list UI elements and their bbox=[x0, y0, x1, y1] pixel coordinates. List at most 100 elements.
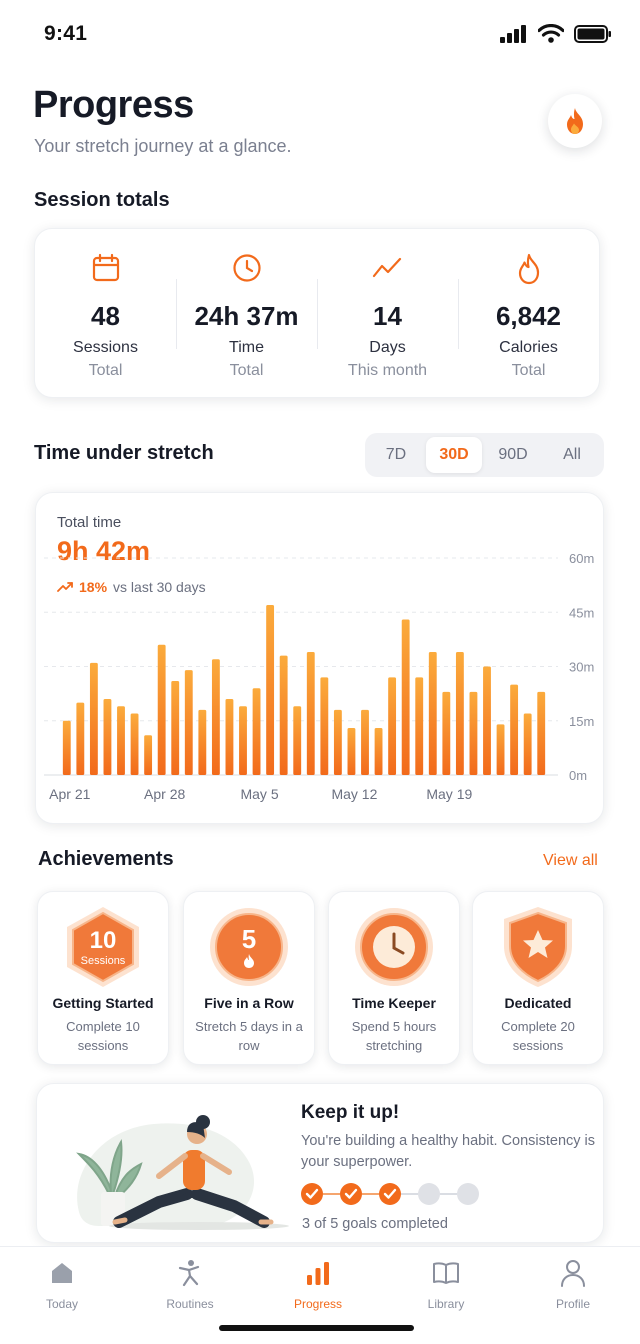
y-tick-label: 30m bbox=[569, 660, 594, 675]
chart-bar[interactable] bbox=[76, 702, 85, 775]
chart-bar[interactable] bbox=[483, 666, 491, 776]
y-tick-label: 45m bbox=[569, 605, 594, 620]
user-icon bbox=[561, 1260, 585, 1287]
total-days: 14 Days This month bbox=[317, 229, 458, 399]
x-tick-label: Apr 28 bbox=[144, 786, 185, 802]
streak-button[interactable] bbox=[548, 94, 602, 148]
tab-library[interactable]: Library bbox=[396, 1257, 496, 1311]
person-stretch-icon bbox=[178, 1260, 200, 1287]
clock-badge-icon bbox=[355, 908, 433, 986]
chart-bar[interactable] bbox=[347, 727, 356, 775]
chart-bar[interactable] bbox=[279, 655, 288, 775]
chart-bar[interactable] bbox=[62, 720, 71, 775]
tab-today[interactable]: Today bbox=[12, 1257, 112, 1311]
chart-bar[interactable] bbox=[537, 691, 546, 775]
chart-bar[interactable] bbox=[266, 605, 275, 775]
chart-bar[interactable] bbox=[306, 652, 315, 775]
chart-bar[interactable] bbox=[428, 652, 437, 775]
chart-bar[interactable] bbox=[184, 670, 193, 775]
chart-bar[interactable] bbox=[510, 684, 519, 775]
motivation-desc: You're building a healthy habit. Consist… bbox=[301, 1133, 596, 1170]
chart-bar[interactable] bbox=[171, 680, 180, 775]
badge-number: 10 bbox=[90, 927, 117, 954]
tab-label: Today bbox=[45, 1297, 79, 1311]
chart-bar[interactable] bbox=[415, 677, 424, 775]
chart-bar[interactable] bbox=[496, 724, 505, 775]
chart-bar[interactable] bbox=[130, 713, 139, 775]
chart-bar[interactable] bbox=[455, 652, 464, 775]
chart-bar[interactable] bbox=[333, 709, 342, 775]
chart-bar[interactable] bbox=[361, 709, 369, 775]
achievement-time-keeper[interactable]: Time Keeper Spend 5 hours stretching bbox=[328, 891, 460, 1065]
time-under-stretch-heading: Time under stretch bbox=[34, 442, 214, 464]
page-subtitle: Your stretch journey at a glance. bbox=[34, 136, 292, 156]
view-all-link[interactable]: View all bbox=[543, 852, 598, 870]
motivation-card: Keep it up! You're building a healthy ha… bbox=[36, 1083, 604, 1243]
achievement-desc: Complete 10 sessions bbox=[66, 1019, 140, 1053]
chart-bar[interactable] bbox=[388, 677, 397, 775]
achievement-getting-started[interactable]: 10 Sessions Getting Started Complete 10 … bbox=[37, 891, 169, 1065]
achievement-dedicated[interactable]: Dedicated Complete 20 sessions bbox=[472, 891, 604, 1065]
total-label: Time bbox=[229, 339, 264, 356]
chart-bar[interactable] bbox=[211, 659, 220, 775]
chart-bar[interactable] bbox=[469, 691, 478, 775]
page-title: Progress bbox=[33, 84, 194, 126]
battery-icon bbox=[574, 24, 611, 43]
tab-label: Profile bbox=[555, 1297, 590, 1311]
calendar-icon bbox=[92, 253, 119, 282]
goals-completed-text: 3 of 5 goals completed bbox=[302, 1216, 448, 1232]
chart-bar[interactable] bbox=[157, 644, 166, 775]
flame-icon bbox=[567, 108, 583, 134]
chart-bar[interactable] bbox=[252, 688, 261, 775]
range-all[interactable]: All bbox=[544, 437, 600, 473]
tab-label: Routines bbox=[166, 1297, 214, 1311]
x-tick-label: May 19 bbox=[426, 786, 472, 802]
session-totals-heading: Session totals bbox=[34, 189, 170, 211]
range-90d[interactable]: 90D bbox=[485, 437, 541, 473]
chart-bar[interactable] bbox=[523, 713, 532, 775]
achievement-name: Dedicated bbox=[504, 995, 572, 1011]
status-bar: 9:41 bbox=[0, 0, 640, 70]
range-selector: 7D 30D 90D All bbox=[365, 433, 604, 477]
chart-bar[interactable] bbox=[320, 677, 329, 775]
chart-bar[interactable] bbox=[103, 699, 112, 775]
chart-bar[interactable] bbox=[442, 691, 451, 775]
total-sessions: 48 Sessions Total bbox=[35, 229, 176, 399]
x-tick-label: May 5 bbox=[240, 786, 278, 802]
motivation-title: Keep it up! bbox=[301, 1102, 400, 1123]
trend-line-icon bbox=[372, 257, 401, 278]
achievements-heading: Achievements bbox=[38, 848, 174, 870]
badge-number: 5 bbox=[242, 924, 256, 954]
home-icon bbox=[52, 1263, 72, 1283]
achievement-desc: Stretch 5 days in a row bbox=[195, 1019, 303, 1053]
chart-bar[interactable] bbox=[117, 706, 125, 775]
time-chart-card: Total time 9h 42m 18% vs last 30 days 0m… bbox=[35, 492, 604, 824]
range-7d[interactable]: 7D bbox=[368, 437, 424, 473]
circle-badge-icon: 5 bbox=[210, 908, 288, 986]
total-value: 48 bbox=[91, 301, 120, 331]
chart-bar[interactable] bbox=[239, 706, 247, 775]
tab-profile[interactable]: Profile bbox=[523, 1257, 623, 1311]
chart-bar[interactable] bbox=[225, 699, 234, 775]
chart-bar[interactable] bbox=[401, 619, 410, 775]
x-tick-label: Apr 21 bbox=[49, 786, 90, 802]
chart-bar[interactable] bbox=[293, 706, 302, 775]
chart-bar[interactable] bbox=[374, 727, 383, 775]
chart-bar[interactable] bbox=[144, 735, 153, 775]
total-label: Days bbox=[369, 339, 406, 356]
goal-dot-pending bbox=[418, 1183, 440, 1205]
total-time: 24h 37m Time Total bbox=[176, 229, 317, 399]
tab-progress[interactable]: Progress bbox=[268, 1257, 368, 1311]
chart-bar[interactable] bbox=[89, 662, 98, 775]
chart-bar[interactable] bbox=[198, 709, 207, 775]
flame-icon bbox=[518, 253, 539, 285]
range-30d[interactable]: 30D bbox=[426, 437, 482, 473]
tab-routines[interactable]: Routines bbox=[140, 1257, 240, 1311]
bar-chart: 0m 15m 30m 45m 60m Apr 21 Apr 28 May 5 May 12 May… bbox=[44, 551, 594, 802]
achievement-name: Five in a Row bbox=[204, 995, 294, 1011]
achievement-five-in-a-row[interactable]: 5 Five in a Row Stretch 5 days in a row bbox=[183, 891, 315, 1065]
total-value: 14 bbox=[373, 301, 402, 331]
shield-star-badge-icon bbox=[504, 907, 572, 987]
total-sublabel: Total bbox=[88, 362, 123, 379]
total-value: 6,842 bbox=[495, 301, 562, 331]
